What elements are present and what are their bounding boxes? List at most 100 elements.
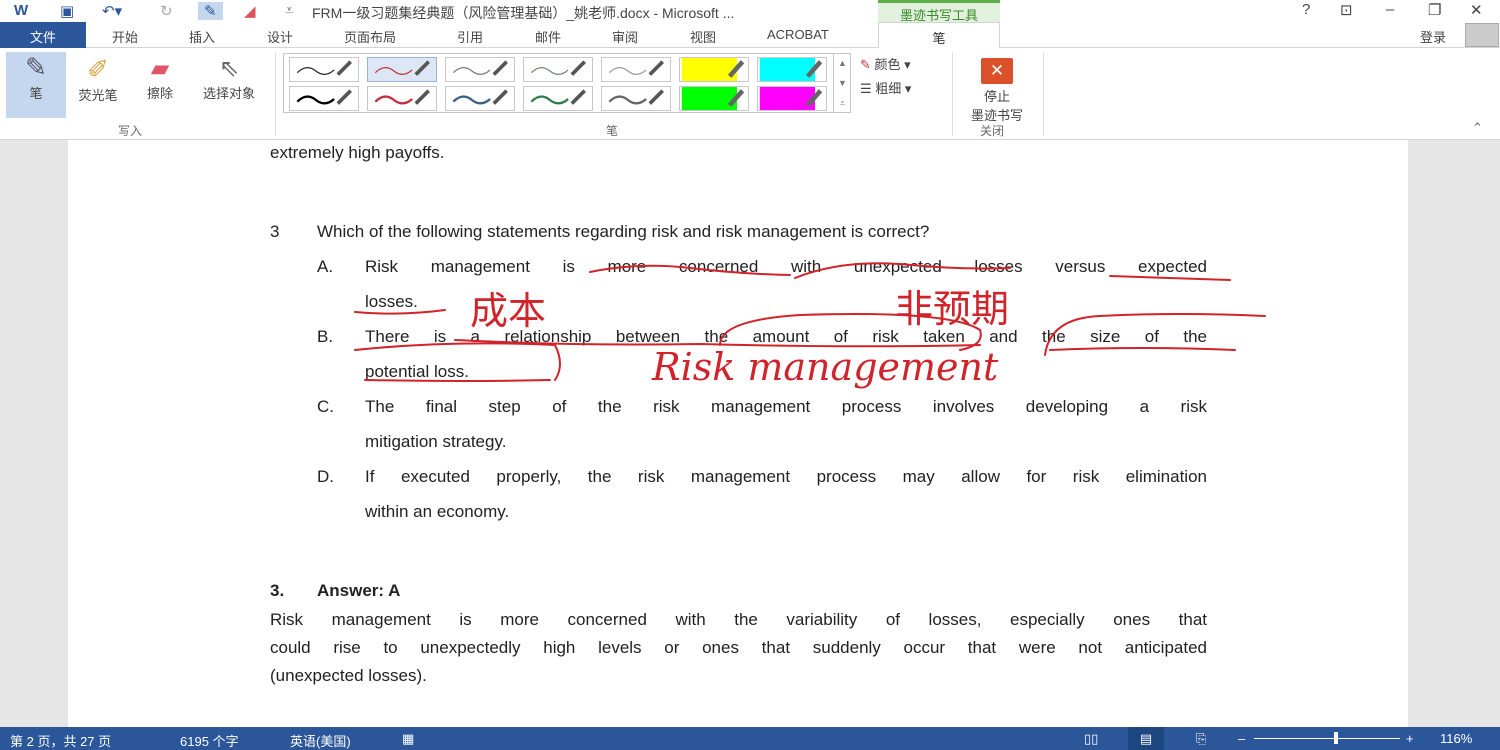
eraser-label: 擦除 [146, 86, 173, 101]
pen-swatch[interactable] [523, 86, 593, 111]
pen-swatch[interactable] [523, 57, 593, 82]
pen-swatch[interactable] [601, 86, 671, 111]
thickness-button[interactable]: ☰ 粗细 ▾ [860, 78, 911, 97]
tab-mailings[interactable]: 邮件 [535, 27, 561, 46]
option-text-line: The final step of the risk management pr… [365, 397, 1207, 416]
ribbon: ✎ 笔 ✐ 荧光笔 ▰ 擦除 ⇖ 选择对象 写入 ▲ ▼ ⩡ ✎ 颜色 ▾ ☰ 粗细… [0, 48, 1500, 140]
group-label-close: 关闭 [980, 124, 1005, 138]
select-objects-button[interactable]: ⇖ 选择对象 [192, 54, 266, 102]
eraser-button[interactable]: ▰ 擦除 [138, 54, 182, 102]
ribbon-display-button[interactable]: ⊡ [1340, 1, 1353, 19]
pen-label: 笔 [29, 86, 43, 101]
zoom-out-button[interactable]: – [1238, 731, 1245, 746]
option-letter: A. [317, 257, 334, 276]
explanation-line: could rise to unexpectedly high levels o… [270, 638, 1207, 657]
thickness-icon: ☰ [860, 81, 872, 96]
handwriting-cost: 成本 [470, 289, 547, 333]
pen-swatch[interactable] [601, 57, 671, 82]
explanation-line: (unexpected losses). [270, 666, 427, 685]
undo-icon[interactable]: ↶▾ [102, 2, 122, 20]
close-button[interactable]: ✕ [1470, 1, 1483, 19]
zoom-slider-thumb[interactable] [1334, 732, 1339, 744]
tab-acrobat[interactable]: ACROBAT [767, 27, 829, 42]
collapse-ribbon-icon[interactable]: ⌃ [1472, 120, 1483, 136]
tab-pen[interactable]: 笔 [878, 22, 1000, 49]
answer-label: Answer: A [317, 581, 401, 600]
option-text-line: within an economy. [365, 502, 510, 521]
color-label: 颜色 [874, 57, 901, 72]
web-layout-icon[interactable]: ⎘ [1196, 731, 1206, 747]
tab-file[interactable]: 文件 [0, 22, 86, 48]
avatar[interactable] [1465, 23, 1499, 47]
cursor-arrow-icon: ⇖ [218, 55, 240, 82]
pen-swatch[interactable] [679, 57, 749, 82]
pen-swatch[interactable] [757, 86, 827, 111]
maximize-button[interactable]: ❐ [1428, 1, 1441, 19]
pen-gallery [283, 53, 851, 113]
tab-layout[interactable]: 页面布局 [344, 27, 396, 46]
ribbon-tabs: 文件 开始 插入 设计 页面布局 引用 邮件 审阅 视图 ACROBAT 笔 登… [0, 22, 1500, 49]
thickness-label: 粗细 [875, 81, 902, 96]
stop-inking-label-1: 停止 [983, 89, 1010, 104]
option-text-line: If executed properly, the risk managemen… [365, 467, 1207, 486]
tab-design[interactable]: 设计 [267, 27, 293, 46]
pen-swatch[interactable] [289, 57, 359, 82]
pen-button[interactable]: ✎ 笔 [6, 52, 66, 118]
word-count[interactable]: 6195 个字 [180, 731, 239, 750]
pen-swatch[interactable] [445, 86, 515, 111]
help-button[interactable]: ? [1302, 1, 1310, 18]
pen-swatch[interactable] [367, 86, 437, 111]
select-objects-label: 选择对象 [202, 86, 255, 101]
customize-qat-icon[interactable]: ⩡ [285, 2, 293, 19]
pen-icon: ✎ [25, 52, 47, 82]
pen-swatch[interactable] [289, 86, 359, 111]
handwriting-risk-management: Risk management [652, 345, 999, 389]
login-link[interactable]: 登录 [1420, 27, 1446, 46]
highlighter-button[interactable]: ✐ 荧光笔 [70, 54, 126, 104]
option-text-line: losses. [365, 292, 418, 311]
status-bar: 第 2 页，共 27 页 6195 个字 英语(美国) ▦ ▯▯ ▤ ⎘ – +… [0, 727, 1500, 750]
question-number: 3 [270, 222, 280, 241]
stop-inking-button[interactable]: ✕ 停止 墨迹书写 [958, 54, 1036, 124]
tab-home[interactable]: 开始 [112, 27, 138, 46]
option-text-line: mitigation strategy. [365, 432, 507, 451]
tab-review[interactable]: 审阅 [612, 27, 638, 46]
eraser-icon: ▰ [150, 55, 170, 82]
color-button[interactable]: ✎ 颜色 ▾ [860, 54, 911, 73]
language[interactable]: 英语(美国) [290, 731, 351, 750]
minimize-button[interactable]: – [1386, 1, 1394, 18]
eraser-quick-icon[interactable]: ◢ [244, 2, 256, 20]
zoom-in-button[interactable]: + [1406, 731, 1414, 746]
page-count[interactable]: 第 2 页，共 27 页 [10, 731, 111, 750]
group-label-write: 写入 [118, 124, 143, 138]
tab-references[interactable]: 引用 [457, 27, 483, 46]
option-letter: C. [317, 397, 334, 416]
pen-swatch[interactable] [367, 57, 437, 82]
zoom-slider[interactable] [1254, 738, 1400, 739]
group-label-pens: 笔 [606, 124, 619, 138]
print-layout-icon[interactable]: ▤ [1128, 727, 1164, 750]
zoom-level[interactable]: 116% [1440, 731, 1472, 746]
pen-swatch[interactable] [757, 57, 827, 82]
macro-record-icon[interactable]: ▦ [402, 731, 414, 747]
question-text: Which of the following statements regard… [317, 222, 930, 241]
tab-view[interactable]: 视图 [690, 27, 716, 46]
close-x-icon: ✕ [981, 58, 1013, 84]
tab-insert[interactable]: 插入 [189, 27, 215, 46]
gallery-scroll[interactable]: ▲ ▼ ⩡ [833, 53, 851, 113]
pen-swatch[interactable] [445, 57, 515, 82]
read-mode-icon[interactable]: ▯▯ [1084, 731, 1098, 747]
highlighter-label: 荧光笔 [78, 88, 118, 103]
option-text-line: Risk management is more concerned with u… [365, 257, 1207, 276]
option-text-line: potential loss. [365, 362, 469, 381]
pen-swatch[interactable] [679, 86, 749, 111]
pen-quick-icon[interactable]: ✎ [198, 2, 223, 20]
highlighter-icon: ✐ [87, 54, 109, 84]
save-icon[interactable]: ▣ [60, 2, 74, 20]
document-page[interactable]: extremely high payoffs. 3 Which of the f… [68, 140, 1408, 727]
redo-icon[interactable]: ↻ [160, 2, 173, 20]
ink-tools-context-label: 墨迹书写工具 [878, 0, 1000, 23]
option-letter: D. [317, 467, 334, 486]
handwriting-unexpected: 非预期 [895, 287, 1010, 331]
explanation-line: Risk management is more concerned with t… [270, 610, 1207, 629]
